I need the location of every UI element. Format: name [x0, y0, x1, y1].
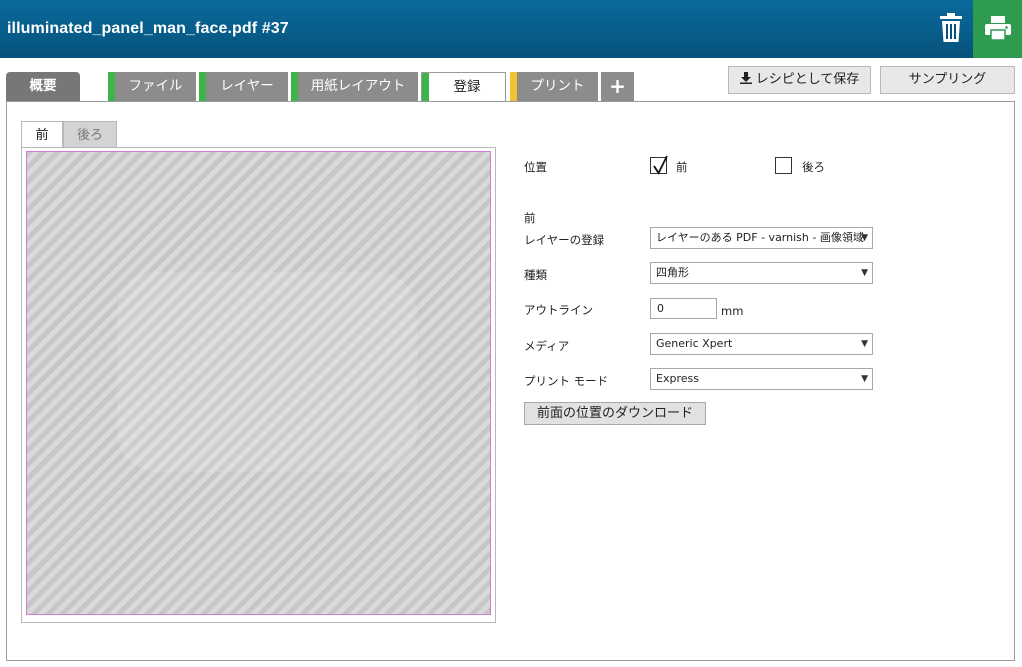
add-tab-button[interactable]: + — [601, 72, 634, 101]
select-value: Express — [656, 372, 699, 385]
status-marker — [108, 72, 115, 101]
select-value: Generic Xpert — [656, 337, 733, 350]
preview-tab-label: 前 — [35, 128, 49, 143]
download-front-position-button[interactable]: 前面の位置のダウンロード — [524, 402, 706, 425]
tab-label: レイヤー — [220, 78, 274, 94]
front-checkbox[interactable] — [650, 155, 668, 175]
layer-registration-label: レイヤーの登録 — [524, 233, 605, 247]
tab-label: ファイル — [128, 78, 183, 94]
back-checkbox[interactable] — [775, 157, 792, 174]
tab-layers[interactable]: レイヤー — [199, 72, 288, 101]
sampling-label: サンプリング — [908, 72, 987, 87]
media-select[interactable]: Generic Xpert ▼ — [650, 333, 873, 355]
dropdown-arrow-icon: ▼ — [861, 268, 868, 278]
outline-input[interactable] — [650, 298, 717, 319]
layer-registration-select[interactable]: レイヤーのある PDF - varnish - 画像領域 ▼ — [650, 227, 873, 249]
download-icon — [739, 72, 752, 84]
section-title-front: 前 — [524, 211, 536, 225]
tab-label: プリント — [530, 78, 585, 94]
tab-label: 概要 — [29, 78, 57, 94]
outline-unit: mm — [721, 304, 744, 318]
dropdown-arrow-icon: ▼ — [861, 374, 868, 384]
outline-label: アウトライン — [524, 303, 593, 317]
save-recipe-label: レシピとして保存 — [755, 72, 860, 87]
preview-tab-back[interactable]: 後ろ — [63, 121, 117, 148]
tab-summary[interactable]: 概要 — [6, 72, 80, 101]
back-checkbox-label: 後ろ — [802, 160, 825, 174]
front-checkbox-label: 前 — [676, 160, 688, 174]
print-mode-label: プリント モード — [524, 374, 609, 388]
tab-print[interactable]: プリント — [510, 72, 598, 101]
tab-registration[interactable]: 登録 — [421, 72, 506, 102]
status-marker — [510, 72, 517, 101]
preview-tab-label: 後ろ — [76, 128, 103, 143]
status-marker — [199, 72, 206, 101]
print-button[interactable] — [973, 0, 1022, 58]
dropdown-arrow-icon: ▼ — [861, 233, 868, 243]
tab-file[interactable]: ファイル — [108, 72, 196, 101]
type-select[interactable]: 四角形 ▼ — [650, 262, 873, 284]
sampling-button[interactable]: サンプリング — [880, 66, 1015, 94]
type-label: 種類 — [524, 268, 547, 282]
printer-icon — [985, 16, 1011, 40]
app-header: illuminated_panel_man_face.pdf #37 — [0, 0, 1022, 58]
tab-label: 登録 — [453, 79, 481, 95]
preview-tab-front[interactable]: 前 — [21, 121, 63, 148]
trash-icon[interactable] — [938, 13, 964, 43]
save-recipe-button[interactable]: レシピとして保存 — [728, 66, 871, 94]
checkmark-icon — [653, 155, 668, 175]
preview-ghost-shape — [117, 272, 417, 472]
tab-paper-layout[interactable]: 用紙レイアウト — [291, 72, 418, 101]
select-value: レイヤーのある PDF - varnish - 画像領域 — [656, 231, 864, 244]
select-value: 四角形 — [656, 266, 689, 279]
media-label: メディア — [524, 339, 570, 353]
download-button-label: 前面の位置のダウンロード — [536, 406, 693, 421]
preview-image — [26, 151, 491, 615]
status-marker — [422, 73, 429, 102]
position-label: 位置 — [524, 160, 547, 174]
tab-label: 用紙レイアウト — [310, 78, 406, 94]
dropdown-arrow-icon: ▼ — [861, 339, 868, 349]
print-mode-select[interactable]: Express ▼ — [650, 368, 873, 390]
status-marker — [291, 72, 298, 101]
document-title: illuminated_panel_man_face.pdf #37 — [7, 20, 289, 37]
plus-icon: + — [609, 74, 626, 98]
